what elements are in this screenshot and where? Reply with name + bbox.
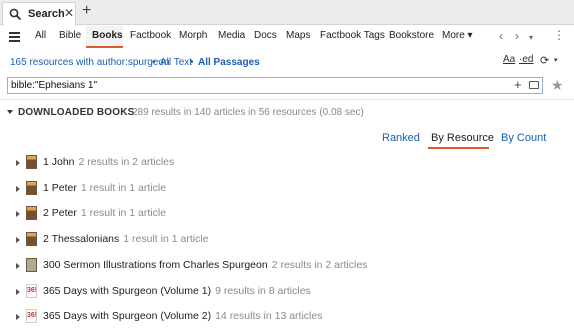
result-count: 1 result in 1 article [80, 207, 167, 219]
sort-by-resource[interactable]: By Resource [431, 132, 494, 144]
close-icon[interactable]: ✕ [64, 7, 74, 19]
history-dropdown-icon[interactable]: ▾ [529, 33, 533, 42]
tab-factbook-tags[interactable]: Factbook Tags [320, 30, 385, 41]
expand-arrow-icon[interactable] [16, 160, 20, 166]
book-cover-icon [26, 206, 37, 220]
tab-media[interactable]: Media [218, 30, 245, 41]
divider [0, 99, 574, 100]
toolbar: All Bible Books Factbook Morph Media Doc… [0, 26, 574, 48]
result-title: 1 John 2 results in 2 articles [43, 156, 175, 168]
result-title: 300 Sermon Illustrations from Charles Sp… [43, 259, 368, 271]
expand-arrow-icon[interactable] [16, 186, 20, 192]
result-title: 2 Thessalonians 1 result in 1 article [43, 233, 209, 245]
tab-all[interactable]: All [35, 30, 46, 41]
resource-scope-row: 165 resources with author:spurgeon • All… [0, 52, 574, 72]
result-row[interactable]: 365 365 Days with Spurgeon (Volume 1)9 r… [0, 283, 574, 303]
forward-icon[interactable]: › [515, 29, 519, 43]
result-row[interactable]: 2 Peter 1 result in 1 article [0, 205, 574, 225]
sort-by-count[interactable]: By Count [501, 132, 546, 144]
result-row[interactable]: 1 John 2 results in 2 articles [0, 154, 574, 174]
result-count: 1 result in 1 article [80, 182, 167, 194]
sort-ranked[interactable]: Ranked [382, 132, 420, 144]
font-size-icon[interactable]: Aa [503, 54, 515, 65]
tab-bible[interactable]: Bible [59, 30, 81, 41]
result-title: 2 Peter 1 result in 1 article [43, 207, 167, 219]
result-row[interactable]: 2 Thessalonians 1 result in 1 article [0, 231, 574, 251]
spelling-icon[interactable]: ·ed [519, 54, 533, 65]
tab-strip: Search ✕ + [0, 0, 574, 26]
scope-all-text-link[interactable]: All Text [160, 57, 192, 68]
tab-factbook[interactable]: Factbook [130, 30, 171, 41]
menu-icon[interactable] [9, 32, 20, 42]
result-count: 1 result in 1 article [123, 233, 209, 245]
book-cover-icon [26, 155, 37, 169]
search-input[interactable] [11, 79, 501, 92]
scope-all-passages-link[interactable]: All Passages [198, 57, 260, 68]
sync-dropdown-icon[interactable]: ▾ [554, 56, 558, 64]
favorite-star-icon[interactable]: ★ [551, 77, 564, 93]
tab-morph[interactable]: Morph [179, 30, 207, 41]
tab-more[interactable]: More ▾ [442, 30, 473, 41]
keyboard-icon[interactable] [529, 81, 539, 89]
result-count: 2 results in 2 articles [271, 259, 368, 271]
back-icon[interactable]: ‹ [499, 29, 503, 43]
result-count: 14 results in 13 articles [215, 310, 323, 322]
result-title: 365 Days with Spurgeon (Volume 1) 9 resul… [43, 285, 311, 297]
section-title[interactable]: DOWNLOADED BOOKS [18, 107, 135, 118]
expand-arrow-icon[interactable] [16, 211, 20, 217]
tab-books[interactable]: Books [92, 30, 123, 41]
result-count: 2 results in 2 articles [78, 156, 175, 168]
separator: • [152, 57, 156, 68]
resource-filter-link[interactable]: 165 resources with author:spurgeon [10, 57, 170, 68]
tab-search[interactable]: Search ✕ [2, 2, 76, 26]
tab-maps[interactable]: Maps [286, 30, 310, 41]
expand-arrow-icon[interactable] [16, 237, 20, 243]
expand-arrow-icon[interactable] [16, 314, 20, 320]
sync-icon[interactable]: ⟳ [540, 54, 549, 67]
search-box[interactable]: + [7, 77, 543, 94]
new-tab-button[interactable]: + [82, 3, 91, 19]
book-cover-icon [26, 181, 37, 195]
book-cover-icon: 365 [26, 284, 37, 298]
tab-bookstore[interactable]: Bookstore [389, 30, 434, 41]
more-options-icon[interactable]: ⋮ [553, 28, 565, 42]
book-cover-icon [26, 258, 37, 272]
separator: • [190, 57, 194, 68]
tab-docs[interactable]: Docs [254, 30, 277, 41]
result-title: 365 Days with Spurgeon (Volume 2) 14 resu… [43, 310, 323, 322]
expand-arrow-icon[interactable] [16, 289, 20, 295]
book-cover-icon: 365 [26, 309, 37, 323]
book-cover-icon [26, 232, 37, 246]
result-row[interactable]: 1 Peter 1 result in 1 article [0, 180, 574, 200]
result-title: 1 Peter 1 result in 1 article [43, 182, 167, 194]
collapse-arrow-icon[interactable] [7, 110, 13, 114]
add-icon[interactable]: + [514, 78, 522, 92]
tab-label: Search [28, 8, 65, 20]
sort-active-indicator [428, 147, 489, 149]
result-row[interactable]: 365 365 Days with Spurgeon (Volume 2)14 … [0, 308, 574, 328]
result-row[interactable]: 300 Sermon Illustrations from Charles Sp… [0, 257, 574, 277]
results-summary: 289 results in 140 articles in 56 resour… [132, 107, 364, 118]
search-icon [9, 8, 22, 21]
result-count: 9 results in 8 articles [215, 285, 311, 297]
expand-arrow-icon[interactable] [16, 263, 20, 269]
